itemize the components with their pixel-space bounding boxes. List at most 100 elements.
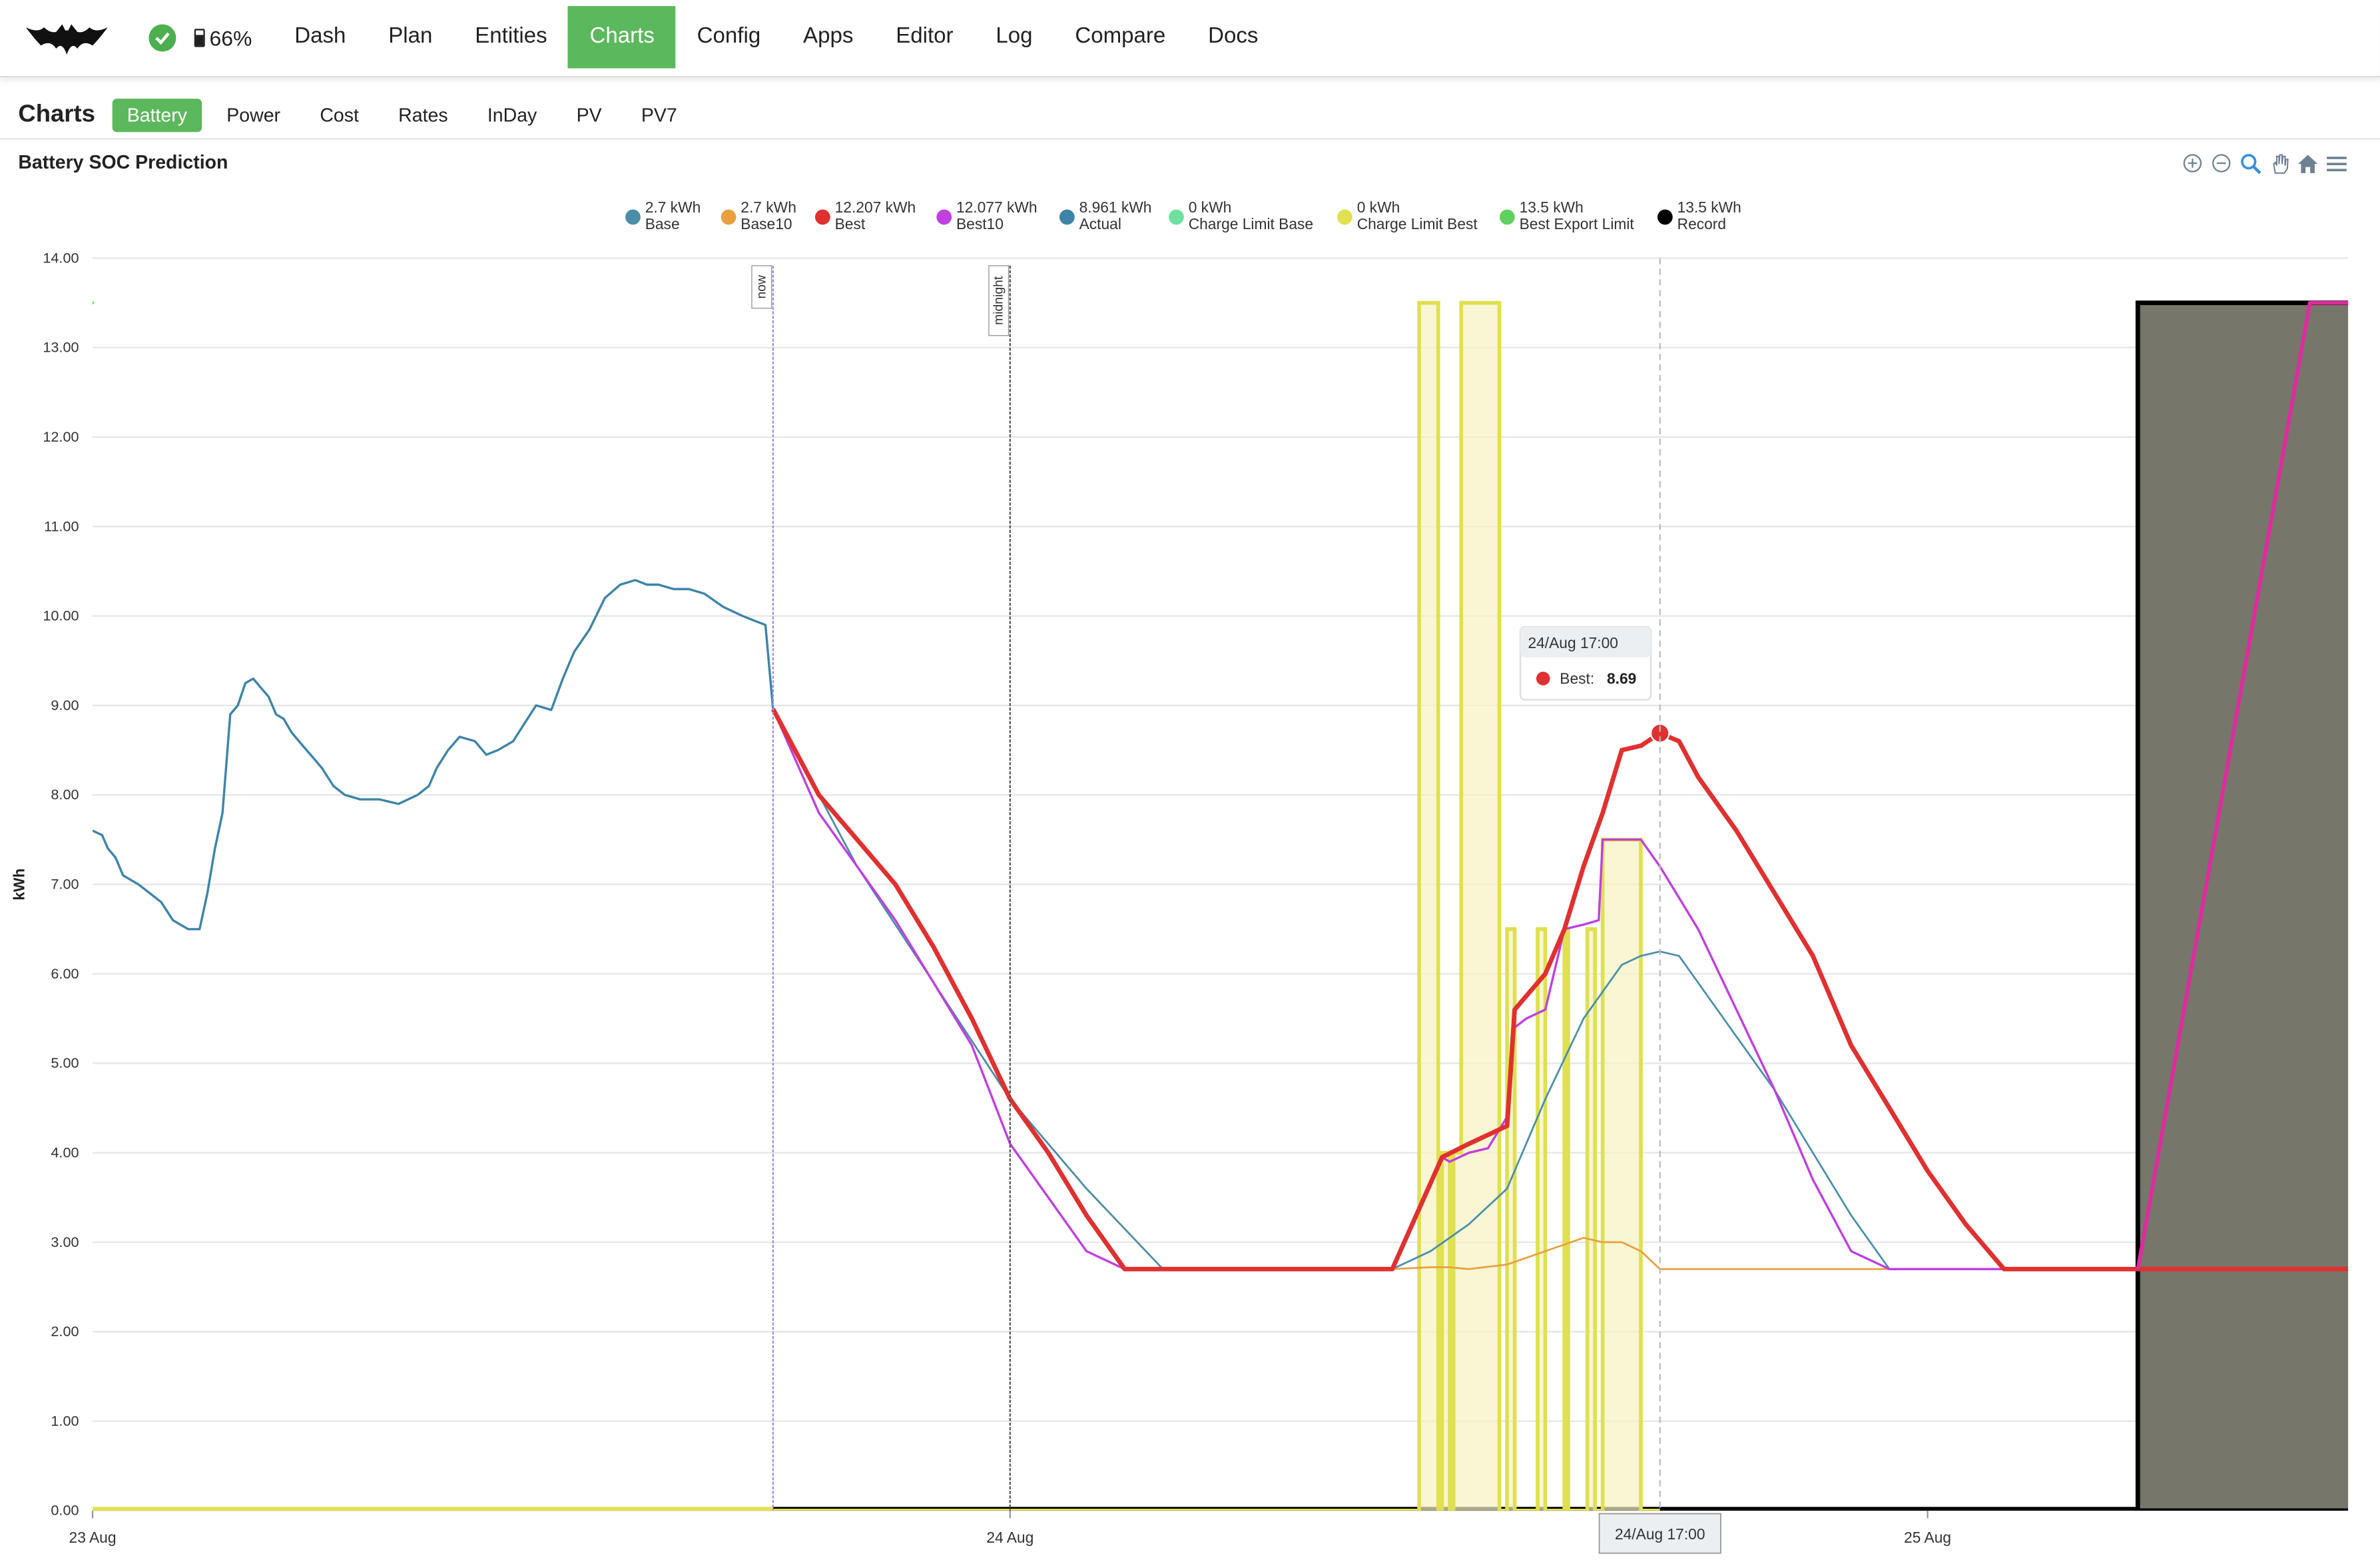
y-tick-label: 8.00 [51,786,79,803]
y-tick-label: 14.00 [43,249,79,266]
legend-name: Base [645,215,680,232]
nav-link-editor[interactable]: Editor [874,5,974,67]
export-limit-marker [93,301,95,304]
reset-home-icon[interactable] [2295,151,2321,177]
tooltip-header: 24/Aug 17:00 [1528,634,1618,651]
selection-zoom-icon[interactable] [2237,151,2263,177]
legend-marker [1499,209,1515,225]
y-tick-label: 2.00 [51,1323,79,1340]
legend-name: Best [835,215,866,232]
legend-marker [1169,209,1184,225]
y-tick-label: 0.00 [51,1502,79,1519]
series-actual [93,579,774,931]
y-tick-label: 6.00 [51,965,79,982]
chart-grid [93,257,2349,1512]
legend-marker [1337,209,1352,225]
legend-value: 2.7 kWh [741,198,796,216]
y-tick-label: 9.00 [51,697,79,713]
y-tick-label: 7.00 [51,876,79,893]
legend-item-best-export-limit[interactable]: 13.5 kWhBest Export Limit [1499,198,1635,232]
charts-subnav: Charts Battery Power Cost Rates InDay PV PV7 [0,91,2380,140]
x-tick-label: 23 Aug [69,1529,117,1546]
crosshair-label: 24/Aug 17:00 [1615,1525,1705,1543]
legend-item-charge-limit-best[interactable]: 0 kWhCharge Limit Best [1337,198,1478,232]
y-tick-label: 4.00 [51,1144,79,1160]
legend-name: Charge Limit Base [1189,215,1313,232]
y-tick-label: 3.00 [51,1234,79,1250]
legend-item-charge-limit-base[interactable]: 0 kWhCharge Limit Base [1169,198,1313,232]
page-title: Charts [18,101,95,127]
legend-value: 12.077 kWh [956,198,1038,216]
series-best [770,707,2349,1272]
series-base [772,708,2349,1270]
nav-link-dash[interactable]: Dash [273,5,367,67]
chart-tabs: Battery Power Cost Rates InDay PV PV7 [111,98,701,132]
legend-name: Charge Limit Best [1357,215,1478,232]
menu-icon[interactable] [2324,151,2350,177]
chart-title: Battery SOC Prediction [18,151,228,173]
legend-name: Record [1677,215,1726,232]
battery-icon [194,29,205,47]
nav-link-config[interactable]: Config [676,5,782,67]
pan-hand-icon[interactable] [2266,151,2292,177]
legend-name: Actual [1079,215,1121,232]
legend-value: 13.5 kWh [1677,198,1741,216]
nav-link-log[interactable]: Log [974,5,1053,67]
battery-percent: 66% [209,25,252,51]
x-tick-label: 24 Aug [986,1529,1034,1546]
legend-value: 2.7 kWh [645,198,701,216]
y-tick-label: 11.00 [44,518,79,534]
y-tick-label: 12.00 [43,428,79,445]
legend-name: Best Export Limit [1520,215,1635,232]
legend-item-base10[interactable]: 2.7 kWhBase10 [721,198,796,232]
tab-cost[interactable]: Cost [305,98,374,131]
nav-link-apps[interactable]: Apps [782,5,874,67]
y-tick-label: 10.00 [43,607,79,624]
legend-value: 12.207 kWh [835,198,916,216]
zoom-out-icon[interactable] [2208,151,2234,177]
nav-link-plan[interactable]: Plan [367,5,453,67]
tooltip-value: 8.69 [1607,670,1636,687]
y-axis: 0.00 1.00 2.00 3.00 4.00 5.00 6.00 7.00 8.00 9.00… [10,249,79,1518]
tooltip-marker [1536,671,1550,685]
nav-link-compare[interactable]: Compare [1053,5,1187,67]
legend-marker [814,209,830,225]
tab-pv7[interactable]: PV7 [626,98,692,131]
tooltip-label: Best: [1560,670,1594,687]
chart-legend: 2.7 kWhBase2.7 kWhBase1012.207 kWhBest12… [625,198,1741,232]
y-tick-label: 1.00 [51,1412,79,1429]
legend-name: Best10 [956,215,1004,232]
legend-value: 13.5 kWh [1520,198,1584,216]
status-indicator [149,24,176,52]
legend-item-best[interactable]: 12.207 kWhBest [814,198,916,232]
legend-value: 0 kWh [1189,198,1232,216]
nav-link-entities[interactable]: Entities [453,5,568,67]
annotation-label-now: now [754,274,768,299]
legend-value: 8.961 kWh [1079,198,1152,216]
legend-value: 0 kWh [1357,198,1400,216]
battery-status: 66% [194,26,252,50]
legend-marker [1059,209,1075,225]
battery-soc-chart[interactable]: 2.7 kWhBase2.7 kWhBase1012.207 kWhBest12… [0,190,2380,1556]
y-tick-label: 13.00 [43,339,79,356]
tab-battery[interactable]: Battery [111,98,202,132]
y-tick-label: 5.00 [51,1054,79,1071]
check-circle-icon [149,24,176,52]
legend-item-actual[interactable]: 8.961 kWhActual [1059,198,1152,232]
tab-inday[interactable]: InDay [472,98,552,131]
legend-item-record[interactable]: 13.5 kWhRecord [1657,198,1741,232]
y-axis-title: kWh [10,869,27,901]
nav-link-charts[interactable]: Charts [568,5,676,68]
tab-pv[interactable]: PV [561,98,617,131]
legend-item-base[interactable]: 2.7 kWhBase [625,198,701,232]
tab-power[interactable]: Power [211,98,295,131]
bat-logo-svg [25,24,108,55]
nav-link-docs[interactable]: Docs [1187,5,1279,67]
tab-rates[interactable]: Rates [383,98,463,131]
record-area [2135,300,2349,1511]
legend-marker [1657,209,1673,225]
zoom-in-icon[interactable] [2180,151,2206,177]
x-tick-label: 25 Aug [1904,1529,1951,1546]
legend-item-best10[interactable]: 12.077 kWhBest10 [936,198,1038,232]
bat-logo-icon[interactable] [21,0,113,77]
